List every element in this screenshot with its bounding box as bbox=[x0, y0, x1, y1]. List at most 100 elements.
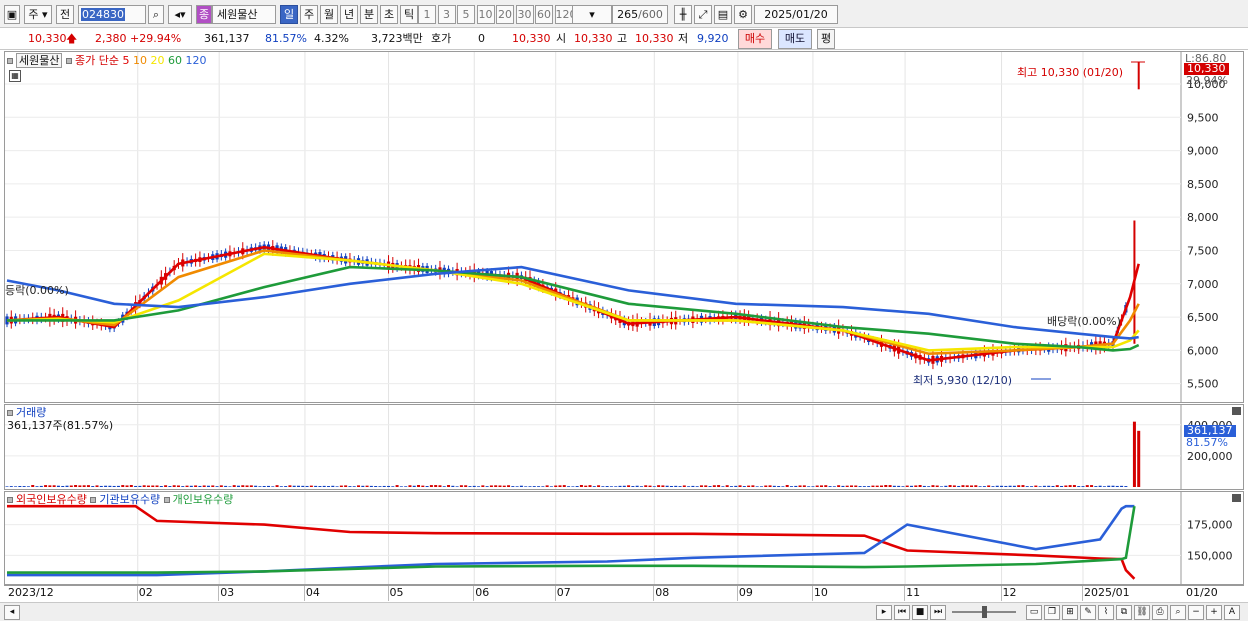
volume-bar bbox=[1012, 485, 1016, 487]
copy-icon[interactable]: ❐ bbox=[1044, 605, 1060, 620]
eval-button[interactable]: 평 bbox=[817, 29, 835, 49]
calculator-icon[interactable]: ▦ bbox=[9, 70, 21, 82]
period-tab-0[interactable]: 일 bbox=[280, 5, 298, 24]
volume-bar bbox=[1021, 485, 1025, 487]
volume-bar bbox=[327, 486, 331, 487]
minute-tab-20[interactable]: 20 bbox=[496, 5, 514, 24]
font-size-icon[interactable]: A bbox=[1224, 605, 1240, 620]
chart-toolbar: ▣ 주 ▾ 전 024830 ⌕ ◂▾ 종 세원물산 일주월년분초틱 1 3 5 10… bbox=[0, 0, 1248, 28]
search-icon[interactable]: ⌕ bbox=[148, 5, 164, 24]
grid-icon[interactable]: ⊞ bbox=[1062, 605, 1078, 620]
period-tab-5[interactable]: 초 bbox=[380, 5, 398, 24]
volume-bar bbox=[56, 485, 60, 487]
scroll-right-icon[interactable]: ▸ bbox=[876, 605, 892, 620]
volume-bar bbox=[892, 485, 896, 487]
magnify-icon[interactable]: ⌕ bbox=[1170, 605, 1186, 620]
count-dropdown[interactable]: ▾ bbox=[572, 5, 612, 24]
volume-bar bbox=[494, 485, 498, 487]
stack-icon[interactable]: ⧉ bbox=[1116, 605, 1132, 620]
minute-tab-5[interactable]: 5 bbox=[457, 5, 475, 24]
link-icon[interactable]: ⛓ bbox=[1134, 605, 1150, 620]
prev-button[interactable]: 전 bbox=[56, 5, 74, 24]
crosshair-icon[interactable]: ⤢ bbox=[694, 5, 712, 24]
volume-bar bbox=[215, 486, 219, 487]
volume-bar bbox=[18, 486, 22, 487]
gear-icon[interactable]: ⚙ bbox=[734, 5, 752, 24]
volume-bar bbox=[1042, 485, 1046, 487]
volume-bar bbox=[172, 485, 176, 487]
minus-icon[interactable]: − bbox=[1188, 605, 1204, 620]
volume-chart[interactable]: 400,000200,000 bbox=[5, 405, 1243, 489]
volume-bar bbox=[618, 485, 622, 487]
window-icon[interactable]: ▣ bbox=[4, 5, 20, 24]
y-tick-label: 9,500 bbox=[1187, 111, 1219, 124]
volume-bar bbox=[61, 485, 65, 487]
volume-bar bbox=[176, 485, 180, 487]
price-chart[interactable]: 10,0009,5009,0008,5008,0007,5007,0006,50… bbox=[5, 52, 1243, 402]
up-arrow-icon: 🡅 bbox=[66, 32, 78, 45]
date-field[interactable]: 2025/01/20 bbox=[754, 5, 838, 24]
close-panel-icon[interactable] bbox=[1232, 494, 1241, 502]
rewind-icon[interactable]: ⏮ bbox=[894, 605, 910, 620]
volume-bar bbox=[828, 486, 832, 487]
volume-bar bbox=[1038, 486, 1042, 487]
volume-value-text: 361,137주(81.57%) bbox=[7, 419, 114, 432]
minute-tab-60[interactable]: 60 bbox=[535, 5, 553, 24]
volume-bar bbox=[447, 485, 451, 487]
sell-button[interactable]: 매도 bbox=[778, 29, 812, 49]
ma-period-5: 5 bbox=[122, 54, 133, 67]
volume-bar bbox=[991, 486, 995, 487]
volume-bar bbox=[661, 485, 665, 487]
stop-icon[interactable]: ■ bbox=[912, 605, 928, 620]
volume-bar bbox=[108, 485, 112, 487]
period-tab-4[interactable]: 분 bbox=[360, 5, 378, 24]
draw-icon[interactable]: ✎ bbox=[1080, 605, 1096, 620]
close-panel-icon[interactable] bbox=[1232, 407, 1241, 415]
period-tab-6[interactable]: 틱 bbox=[400, 5, 418, 24]
speaker-icon[interactable]: ◂▾ bbox=[168, 5, 192, 24]
period-tab-3[interactable]: 년 bbox=[340, 5, 358, 24]
minute-tab-10[interactable]: 10 bbox=[476, 5, 495, 24]
volume-bar bbox=[245, 485, 249, 487]
chart-icon[interactable]: ⌇ bbox=[1098, 605, 1114, 620]
price-pct-tag: 29.94% bbox=[1186, 74, 1228, 87]
volume-bar bbox=[524, 486, 528, 487]
print-icon[interactable]: ⎙ bbox=[1152, 605, 1168, 620]
volume-bar bbox=[704, 485, 708, 487]
volume-bar bbox=[301, 485, 305, 487]
zoom-slider-handle[interactable] bbox=[982, 606, 987, 618]
minute-tab-120[interactable]: 120 bbox=[554, 5, 577, 24]
code-input[interactable]: 024830 bbox=[78, 5, 146, 24]
candle-icon[interactable]: ╫ bbox=[674, 5, 692, 24]
buy-button[interactable]: 매수 bbox=[738, 29, 772, 49]
volume-bar bbox=[318, 486, 322, 487]
market-select[interactable]: 주 ▾ bbox=[24, 5, 52, 24]
scroll-left-icon[interactable]: ◂ bbox=[4, 605, 20, 620]
period-tab-2[interactable]: 월 bbox=[320, 5, 338, 24]
volume-bar bbox=[554, 485, 558, 487]
volume-bar bbox=[459, 485, 463, 487]
volume-bar bbox=[125, 485, 129, 487]
stock-name-field[interactable]: 세원물산 bbox=[212, 5, 276, 24]
volume-bar bbox=[292, 485, 296, 487]
bottom-scrollbar[interactable]: ◂ ▸ ⏮ ■ ⏭ ▭ ❐ ⊞ ✎ ⌇ ⧉ ⛓ ⎙ ⌕ − + A bbox=[0, 602, 1248, 621]
volume-bar bbox=[639, 486, 643, 487]
forward-icon[interactable]: ⏭ bbox=[930, 605, 946, 620]
volume-bar bbox=[751, 485, 755, 487]
volume-bar bbox=[412, 485, 416, 487]
volume-bar bbox=[575, 486, 579, 487]
high-annotation: 최고 10,330 (01/20) bbox=[1017, 66, 1124, 79]
volume-bar bbox=[232, 485, 236, 487]
volume-bar bbox=[952, 485, 956, 487]
minute-tab-3[interactable]: 3 bbox=[437, 5, 456, 24]
period-tab-1[interactable]: 주 bbox=[300, 5, 318, 24]
minute-tab-1[interactable]: 1 bbox=[418, 5, 436, 24]
layout-icon[interactable]: ▭ bbox=[1026, 605, 1042, 620]
plus-icon[interactable]: + bbox=[1206, 605, 1222, 620]
save-icon[interactable]: ▤ bbox=[714, 5, 732, 24]
volume-bar bbox=[648, 485, 652, 487]
volume-bar bbox=[224, 485, 228, 487]
volume-bar bbox=[1008, 485, 1012, 487]
count-field[interactable]: 265/600 bbox=[612, 5, 668, 24]
minute-tab-30[interactable]: 30 bbox=[515, 5, 534, 24]
